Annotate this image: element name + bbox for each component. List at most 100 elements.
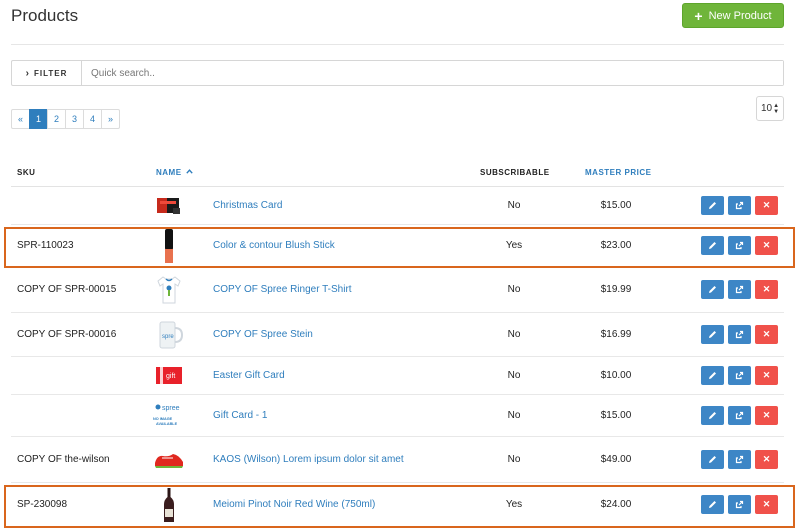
close-icon: ✕ xyxy=(762,410,771,420)
product-name-link[interactable]: Easter Gift Card xyxy=(213,357,285,394)
clone-button[interactable] xyxy=(728,366,751,385)
column-header-name[interactable]: NAME xyxy=(156,168,194,177)
master-price-cell: $19.99 xyxy=(600,284,632,295)
clone-button[interactable] xyxy=(728,280,751,299)
delete-button[interactable]: ✕ xyxy=(755,280,778,299)
close-icon: ✕ xyxy=(762,499,771,509)
clone-button[interactable] xyxy=(728,450,751,469)
table-row: COPY OF SPR-00016 spre COPY OF Spree Stein… xyxy=(11,313,784,357)
clone-button[interactable] xyxy=(728,196,751,215)
subscribable-cell: No xyxy=(507,200,521,211)
delete-button[interactable]: ✕ xyxy=(755,236,778,255)
row-actions: ✕ xyxy=(701,483,778,526)
edit-button[interactable] xyxy=(701,450,724,469)
edit-button[interactable] xyxy=(701,196,724,215)
clone-button[interactable] xyxy=(728,236,751,255)
select-arrows-icon: ▲ ▼ xyxy=(773,102,780,115)
pagination-page-2[interactable]: 2 xyxy=(47,109,66,129)
edit-button[interactable] xyxy=(701,406,724,425)
subscribable-cell: No xyxy=(507,370,521,381)
clone-icon xyxy=(735,455,744,464)
per-page-select[interactable]: 10 ▲ ▼ xyxy=(756,96,784,121)
delete-button[interactable]: ✕ xyxy=(755,366,778,385)
row-actions: ✕ xyxy=(701,225,778,266)
edit-button[interactable] xyxy=(701,236,724,255)
edit-button[interactable] xyxy=(701,280,724,299)
row-actions: ✕ xyxy=(701,395,778,436)
edit-button[interactable] xyxy=(701,495,724,514)
close-icon: ✕ xyxy=(762,370,771,380)
master-price-cell: $16.99 xyxy=(600,329,632,340)
table-row: COPY OF SPR-00015 COPY OF Spree Ringer T-… xyxy=(11,267,784,313)
pagination-page-4[interactable]: 4 xyxy=(83,109,102,129)
subscribable-cell: No xyxy=(507,454,521,465)
close-icon: ✕ xyxy=(762,200,771,210)
new-product-button[interactable]: + New Product xyxy=(682,3,784,28)
table-row: SP-230098 Meiomi Pinot Noir Red Wine (750… xyxy=(11,483,784,527)
table-row: spree NO IMAGE AVAILABLE Gift Card - 1 No $15… xyxy=(11,395,784,437)
clone-icon xyxy=(735,285,744,294)
edit-button[interactable] xyxy=(701,325,724,344)
pagination-page-1[interactable]: 1 xyxy=(29,109,48,129)
delete-button[interactable]: ✕ xyxy=(755,495,778,514)
header-divider xyxy=(11,44,784,45)
table-row: gift Easter Gift Card No $10.00 ✕ xyxy=(11,357,784,395)
column-header-subscribable: SUBSCRIBABLE xyxy=(480,168,550,177)
pagination-prev[interactable]: « xyxy=(11,109,30,129)
clone-icon xyxy=(735,201,744,210)
row-actions: ✕ xyxy=(701,187,778,224)
product-name-link[interactable]: Meiomi Pinot Noir Red Wine (750ml) xyxy=(213,483,375,526)
pencil-icon xyxy=(709,202,716,209)
product-name-link[interactable]: COPY OF Spree Ringer T-Shirt xyxy=(213,267,352,312)
row-actions: ✕ xyxy=(701,313,778,356)
pencil-icon xyxy=(709,501,716,508)
pagination: « 1 2 3 4 » xyxy=(11,109,120,129)
svg-text:NO IMAGE: NO IMAGE xyxy=(153,417,173,421)
product-name-link[interactable]: COPY OF Spree Stein xyxy=(213,313,313,356)
master-price-cell: $24.00 xyxy=(600,499,632,510)
svg-text:AVAILABLE: AVAILABLE xyxy=(156,422,178,426)
master-price-cell: $23.00 xyxy=(600,240,632,251)
plus-icon: + xyxy=(694,7,703,24)
product-name-link[interactable]: Color & contour Blush Stick xyxy=(213,225,335,266)
chevron-right-icon: › xyxy=(25,67,29,79)
subscribable-cell: No xyxy=(507,329,521,340)
clone-button[interactable] xyxy=(728,406,751,425)
sku-cell: SP-230098 xyxy=(17,499,68,510)
column-header-master-price[interactable]: MASTER PRICE xyxy=(585,168,651,177)
edit-button[interactable] xyxy=(701,366,724,385)
delete-button[interactable]: ✕ xyxy=(755,325,778,344)
per-page-value: 10 xyxy=(760,103,773,114)
filter-toggle-label: FILTER xyxy=(33,68,68,78)
pencil-icon xyxy=(709,412,716,419)
clone-icon xyxy=(735,330,744,339)
sku-cell: COPY OF SPR-00015 xyxy=(17,284,117,295)
product-thumbnail xyxy=(151,267,187,312)
page-title: Products xyxy=(11,6,79,25)
subscribable-cell: Yes xyxy=(505,240,523,251)
pagination-page-3[interactable]: 3 xyxy=(65,109,84,129)
close-icon: ✕ xyxy=(762,329,771,339)
column-header-sku: SKU xyxy=(17,168,36,177)
delete-button[interactable]: ✕ xyxy=(755,196,778,215)
clone-button[interactable] xyxy=(728,325,751,344)
search-input[interactable] xyxy=(82,61,783,85)
sku-cell: COPY OF the-wilson xyxy=(17,454,110,465)
product-thumbnail: spree NO IMAGE AVAILABLE xyxy=(151,395,187,436)
product-name-link[interactable]: Gift Card - 1 xyxy=(213,395,267,436)
pagination-next[interactable]: » xyxy=(101,109,120,129)
product-name-link[interactable]: Christmas Card xyxy=(213,187,282,224)
product-thumbnail: gift xyxy=(151,357,187,394)
delete-button[interactable]: ✕ xyxy=(755,450,778,469)
product-thumbnail xyxy=(151,225,187,266)
product-name-link[interactable]: KAOS (Wilson) Lorem ipsum dolor sit amet xyxy=(213,437,404,482)
svg-text:spree: spree xyxy=(162,405,180,412)
close-icon: ✕ xyxy=(762,240,771,250)
delete-button[interactable]: ✕ xyxy=(755,406,778,425)
table-row: Christmas Card No $15.00 ✕ xyxy=(11,187,784,225)
product-thumbnail xyxy=(151,483,187,526)
filter-toggle-button[interactable]: › FILTER xyxy=(12,61,82,85)
clone-button[interactable] xyxy=(728,495,751,514)
pencil-icon xyxy=(709,286,716,293)
new-product-label: New Product xyxy=(708,9,772,22)
